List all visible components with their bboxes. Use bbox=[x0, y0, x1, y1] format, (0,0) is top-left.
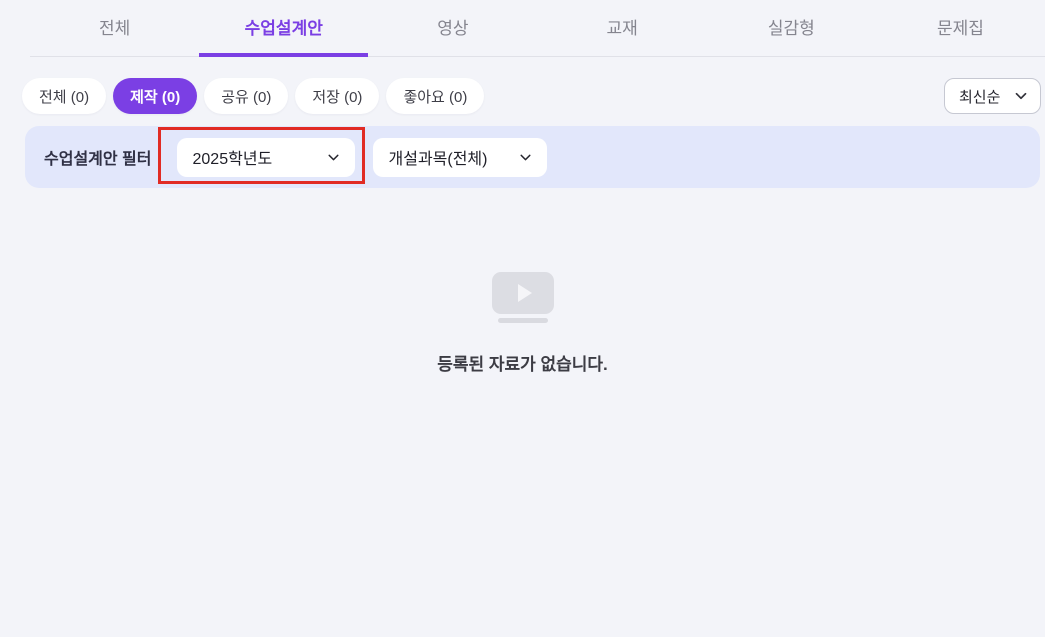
library-page: 전체 수업설계안 영상 교재 실감형 문제집 전체 (0) 제작 (0) 공유 … bbox=[0, 0, 1045, 637]
pill-all[interactable]: 전체 (0) bbox=[22, 78, 107, 114]
tab-video[interactable]: 영상 bbox=[368, 0, 537, 57]
subject-dropdown[interactable]: 개설과목(전체) bbox=[372, 137, 547, 177]
play-triangle-icon bbox=[517, 284, 532, 302]
video-play-icon-base bbox=[497, 318, 548, 323]
school-year-dropdown-value: 2025학년도 bbox=[192, 151, 273, 168]
lesson-plan-filter-bar: 수업설계안 필터 2025학년도 개설과목(전체) bbox=[25, 126, 1040, 188]
sort-dropdown-value: 최신순 bbox=[959, 88, 1001, 106]
pill-shared[interactable]: 공유 (0) bbox=[204, 78, 289, 114]
video-play-icon-body bbox=[491, 272, 554, 314]
school-year-dropdown[interactable]: 2025학년도 bbox=[176, 137, 355, 177]
tab-lesson-plan[interactable]: 수업설계안 bbox=[199, 0, 369, 57]
subject-dropdown-value: 개설과목(전체) bbox=[388, 151, 488, 168]
pill-saved[interactable]: 저장 (0) bbox=[295, 78, 380, 114]
chevron-down-icon bbox=[325, 149, 342, 166]
filter-pill-row: 전체 (0) 제작 (0) 공유 (0) 저장 (0) 좋아요 (0) 최신순 bbox=[0, 78, 1045, 114]
pill-liked[interactable]: 좋아요 (0) bbox=[386, 78, 485, 114]
empty-state-message: 등록된 자료가 없습니다. bbox=[437, 355, 608, 374]
empty-state: 등록된 자료가 없습니다. bbox=[0, 272, 1045, 375]
tab-immersive[interactable]: 실감형 bbox=[707, 0, 876, 57]
category-tabbar: 전체 수업설계안 영상 교재 실감형 문제집 bbox=[30, 0, 1045, 57]
sort-dropdown[interactable]: 최신순 bbox=[944, 78, 1041, 114]
pill-created[interactable]: 제작 (0) bbox=[113, 78, 198, 114]
tab-all[interactable]: 전체 bbox=[30, 0, 199, 57]
chevron-down-icon bbox=[1012, 87, 1030, 105]
tab-textbook[interactable]: 교재 bbox=[538, 0, 707, 57]
tab-workbook[interactable]: 문제집 bbox=[876, 0, 1045, 57]
chevron-down-icon bbox=[517, 149, 534, 166]
video-play-icon bbox=[491, 272, 554, 323]
filter-bar-label: 수업설계안 필터 bbox=[44, 151, 152, 168]
